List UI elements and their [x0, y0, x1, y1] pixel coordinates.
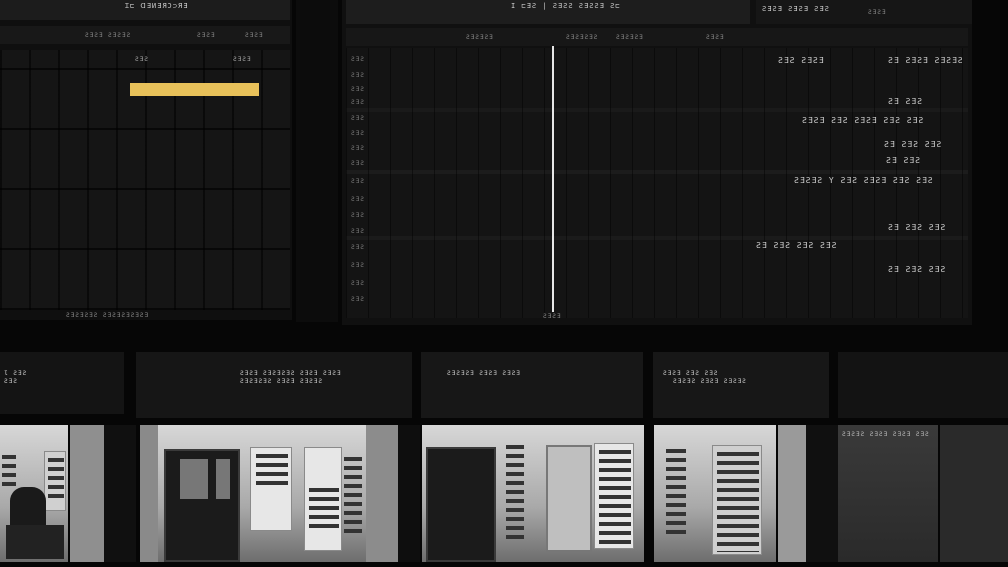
wall-pillar — [398, 425, 420, 562]
board-stripes — [48, 458, 64, 498]
wall-pillar — [806, 425, 838, 562]
room-scene-3 — [422, 425, 644, 562]
row-label: ƧƎƧ — [351, 178, 365, 185]
bottom-panel-1-title: Ɩ ƧƎƧ — [4, 370, 28, 377]
door-window — [216, 459, 230, 499]
right-value: ƧƎ ƧƎƧ ƧƎƧ — [888, 223, 947, 232]
right-col-header-2: ƧƎƧƎƧƎƧ — [566, 34, 599, 41]
top-right-header: ƧƎƧƎ ƧƎƧƎ ƧƎƧ — [762, 5, 830, 13]
door[interactable] — [164, 449, 240, 562]
right-footer: ƧƎƧƎ — [543, 313, 562, 320]
right-value: ƧƎ ƧƎƧ ƧƎƧ — [888, 265, 947, 274]
left-col-header-2: ƧƎƧƎ — [197, 32, 216, 39]
row-label: ƧƎƧ — [351, 212, 365, 219]
wall-chart — [2, 455, 16, 489]
top-left-header-bar: Ɪ⊏ ᗡƎИƎЯƆ⊃ЯƎ — [0, 0, 290, 20]
room-scene-2 — [140, 425, 398, 562]
bottom-panel-5 — [838, 352, 1008, 418]
notice-board — [594, 443, 634, 549]
wall-chart — [666, 449, 686, 539]
row-label: ƧƎƧ — [351, 296, 365, 303]
row-label: ƧƎƧ — [351, 99, 365, 106]
top-right-header-bar: ƧƎƧƎ ƧƎƧƎ ƧƎƧ ƧƎƧƎ — [756, 0, 972, 24]
right-col-header-4: ƧƎƧƎ — [706, 34, 725, 41]
bottom-panel-4: ƧƎƧƎ ƧƎƧ ƧƎƧ ƧƎƧƎƧ ƧƎƧƎ ƧƎƧƎƧ — [653, 352, 829, 418]
highlighted-cell[interactable] — [130, 83, 259, 96]
bottom-panel-2-title: ƧƎƧƎ ƧƎƧƎƧƎƧ ƧƎƧƎ ƧƎƧƎ — [240, 370, 342, 377]
desk-chair — [6, 525, 64, 559]
row-label: ƧƎƧ — [351, 130, 365, 137]
left-col-header-1: ƧƎƧƎ ƧƎƧƎƧ — [85, 32, 132, 39]
bottom-panel-1: Ɩ ƧƎƧ ƧƎƧ — [0, 352, 124, 414]
notice-lines — [309, 488, 339, 528]
wall-board — [44, 451, 66, 511]
bottom-panel-2-sub: ƧƎƧƎƧƎƧ ƧƎƧƎ ƧƎƧƎƧ — [240, 378, 324, 385]
bottom-panel-1-sub: ƧƎƧ — [4, 378, 18, 385]
row-label: ƧƎƧ — [351, 228, 365, 235]
wall-pillar — [366, 425, 398, 562]
row-label: ƧƎƧ — [351, 160, 365, 167]
row-label: ƧƎƧ — [351, 196, 365, 203]
top-left-colheader-bar: ƧƎƧƎ ƧƎƧƎƧ ƧƎƧƎ ƧƎƧƎ — [0, 26, 290, 44]
top-center-header-bar: I ⊏ƎƧ | ƧƎƧƧ ƧƎƧƧƎ Ƨ⊏ — [346, 0, 750, 24]
right-value: ƧƎƧ ƧƎƧƎ — [778, 56, 825, 65]
timeline-cursor-line[interactable] — [552, 46, 554, 312]
row-label: ƧƎƧ — [351, 280, 365, 287]
row-label: ƧƎƧ — [351, 145, 365, 152]
bottom-panel-4-title: ƧƎƧƎ ƧƎƧ ƧƎƧ — [663, 370, 719, 377]
row-label: ƧƎƧ — [351, 72, 365, 79]
notice-lines — [599, 450, 631, 544]
left-cell-label-2: ƧƎƧƎ — [233, 56, 252, 63]
right-value: ƧƎ ƧƎƧ — [888, 97, 923, 106]
notice-lines — [717, 452, 759, 552]
row-label: ƧƎƧ — [351, 262, 365, 269]
door[interactable] — [546, 445, 592, 552]
notice-board — [304, 447, 342, 551]
top-right-subheader: ƧƎƧƎ — [868, 9, 887, 16]
bottom-panel-4-sub: ƧƎƧƎƧ ƧƎƧƎ ƧƎƧƎƧ — [673, 378, 747, 385]
top-center-header: I ⊏ƎƧ | ƧƎƧƧ ƧƎƧƧƎ Ƨ⊏ — [511, 2, 621, 10]
row-label: ƧƎƧ — [351, 56, 365, 63]
room-scene-1 — [0, 425, 68, 562]
notice-board — [250, 447, 292, 531]
right-value: ƧƎƧƎ ƧƎƧ ƧƎƧƎ ƧƎƧ ƧƎƧ — [802, 116, 925, 125]
right-value: ƧƎ ƧƎƧƎ ƧƎƧƎƧ — [888, 56, 964, 65]
top-divider — [296, 0, 338, 322]
bottom-panel-2: ƧƎƧƎ ƧƎƧƎƧƎƧ ƧƎƧƎ ƧƎƧƎ ƧƎƧƎƧƎƧ ƧƎƧƎ ƧƎƧƎ… — [136, 352, 412, 418]
door-window — [180, 459, 208, 499]
row-label: ƧƎƧ — [351, 115, 365, 122]
right-value: ƧƎƧƎƧ Y ƧƎƧ ƧƎƧƎ ƧƎƧ ƧƎƧ — [794, 176, 934, 185]
wall-chart — [344, 457, 362, 535]
room-board-text: ƧƎƧƎƧ ƧƎƧƎ ƧƎƧƎ ƧƎƧ — [842, 431, 930, 438]
left-cell-label: ƧƎƧ — [135, 56, 149, 63]
top-left-panel: Ɪ⊏ ᗡƎИƎЯƆ⊃ЯƎ ƧƎƧƎ ƧƎƧƎƧ ƧƎƧƎ ƧƎƧƎ ƧƎƧ ƧƎ… — [0, 0, 292, 320]
left-col-header-3: ƧƎƧƎ — [245, 32, 264, 39]
right-value: ƧƎ ƧƎƧ — [886, 156, 921, 165]
row-label: ƧƎƧ — [351, 244, 365, 251]
notice-board — [712, 445, 762, 555]
left-footer: ƧƎƧƎƧƎƧ ƧƎƧƎƧƎƧƎƧƎ — [66, 312, 150, 319]
room-scene-5: ƧƎƧƎƧ ƧƎƧƎ ƧƎƧƎ ƧƎƧ — [838, 425, 938, 562]
wall-pillar — [70, 425, 104, 562]
wall-pillar — [940, 425, 1008, 562]
wall-pillar — [140, 425, 158, 562]
top-left-header: Ɪ⊏ ᗡƎИƎЯƆ⊃ЯƎ — [125, 2, 189, 10]
door[interactable] — [426, 447, 496, 562]
wall-pillar — [778, 425, 806, 562]
right-value: ƧƎ ƧƎƧ ƧƎƧ — [884, 140, 943, 149]
notice-lines — [256, 454, 288, 490]
right-colheader-bar: ƧƎƧƎƧƎ ƧƎƧƎƧƎƧ ƧƎƧƎƧƎ ƧƎƧƎ — [346, 28, 968, 46]
right-col-header-3: ƧƎƧƎƧƎ — [616, 34, 644, 41]
wall-chart — [506, 445, 524, 541]
room-scene-4 — [654, 425, 776, 562]
row-label: ƧƎƧ — [351, 86, 365, 93]
bottom-panel-3-title: ƧƎƧƎƧƎ ƧƎƧƎ ƧƎƧƎ — [447, 370, 521, 377]
wall-pillar — [104, 425, 136, 562]
right-value: ƧƎ ƧƎƧ ƧƎƧ ƧƎƧ — [756, 241, 838, 250]
right-col-header-1: ƧƎƧƎƧƎ — [466, 34, 494, 41]
bottom-panel-3: ƧƎƧƎƧƎ ƧƎƧƎ ƧƎƧƎ — [421, 352, 643, 418]
